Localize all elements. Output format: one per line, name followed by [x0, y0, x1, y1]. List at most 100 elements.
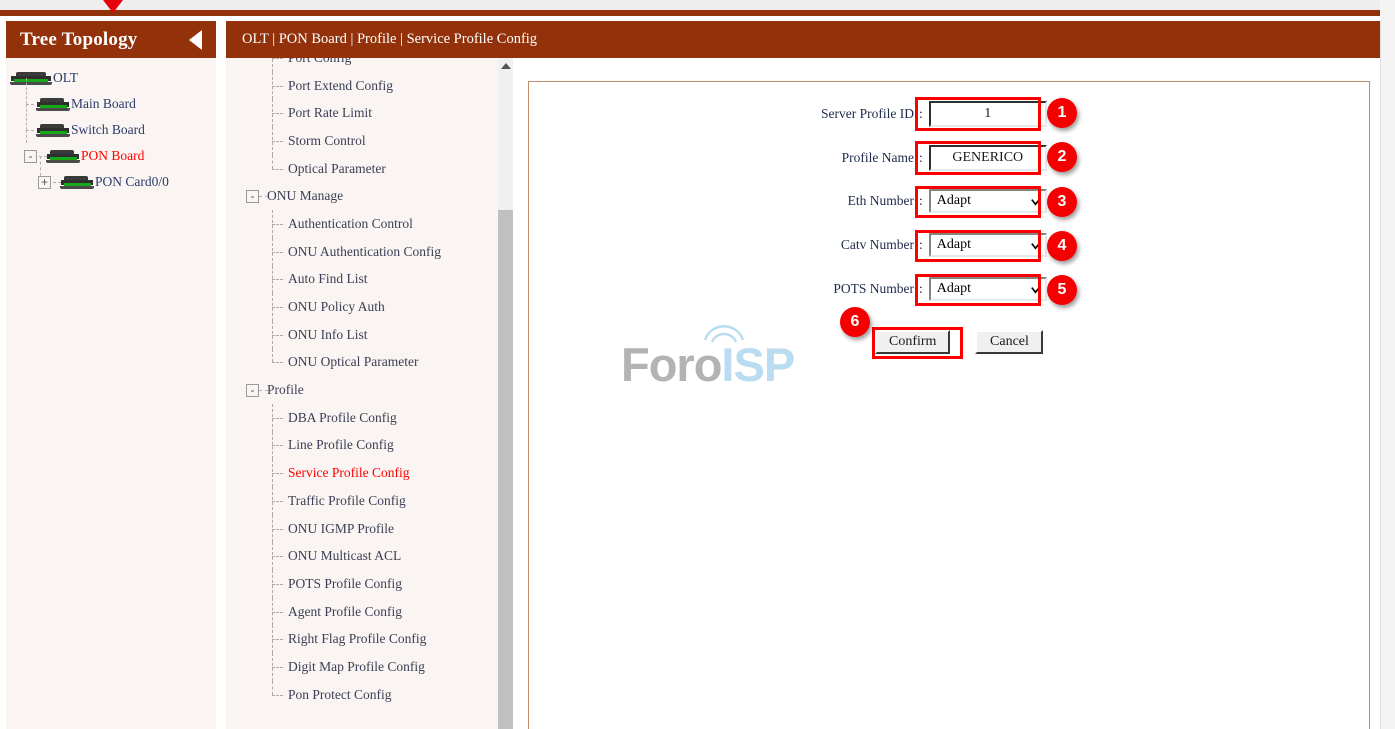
field-label: Eth Number: [847, 193, 914, 208]
menu-item-label: Port Extend Config: [288, 77, 393, 93]
cancel-button[interactable]: Cancel: [975, 330, 1044, 354]
device-icon: [36, 97, 70, 111]
tree-topology-title: Tree Topology: [20, 28, 138, 50]
menu-item-label: Auto Find List: [288, 271, 368, 287]
menu-item-service-profile-config[interactable]: Service Profile Config: [226, 459, 512, 487]
highlight-box: [872, 327, 963, 359]
tree-node-switch-board[interactable]: Switch Board: [6, 104, 216, 143]
tree-connector-horizontal: [272, 583, 283, 585]
tree-connector-horizontal: [272, 140, 283, 142]
menu-item-label: ONU Multicast ACL: [288, 548, 402, 564]
menu-item-storm-control[interactable]: Storm Control: [226, 127, 512, 155]
menu-item-onu-policy-auth[interactable]: ONU Policy Auth: [226, 293, 512, 321]
menu-expander-icon[interactable]: -: [246, 189, 259, 203]
menu-item-profile[interactable]: - Profile: [226, 376, 512, 404]
device-icon: [36, 123, 70, 137]
tree-connector-horizontal: [272, 417, 283, 419]
field-label: Catv Number: [840, 237, 914, 252]
tree-connector-horizontal: [272, 279, 283, 281]
menu-item-digit-map-profile-config[interactable]: Digit Map Profile Config: [226, 653, 512, 681]
tree-node-olt[interactable]: OLT: [6, 65, 216, 91]
menu-item-authentication-control[interactable]: Authentication Control: [226, 210, 512, 238]
menu-item-label: POTS Profile Config: [288, 575, 403, 591]
menu-item-onu-multicast-acl[interactable]: ONU Multicast ACL: [226, 542, 512, 571]
menu-item-label: Port Config: [288, 58, 351, 66]
menu-item-label: Line Profile Config: [288, 437, 394, 453]
tree-connector-horizontal: [272, 528, 283, 530]
menu-item-label: ONU Authentication Config: [288, 243, 441, 259]
device-icon: [46, 149, 80, 163]
menu-item-optical-parameter[interactable]: Optical Parameter: [226, 154, 512, 183]
tree-connector-horizontal: [272, 362, 283, 364]
menu-item-label: Authentication Control: [288, 215, 413, 231]
tree-connector-horizontal: [272, 251, 283, 253]
field-label: Server Profile ID: [821, 106, 914, 121]
menu-item-auto-find-list[interactable]: Auto Find List: [226, 265, 512, 294]
triangle-left-icon[interactable]: [189, 29, 202, 50]
content-panel: ForoISP Server Profile ID:1 1 Profile Name…: [528, 81, 1370, 729]
highlight-box: [915, 230, 1041, 262]
menu-item-onu-info-list[interactable]: ONU Info List: [226, 320, 512, 349]
top-gray-strip: [0, 0, 1395, 10]
step-badge-3: 3: [1047, 187, 1077, 217]
wifi-arcs-icon: [703, 325, 745, 343]
tree-connector: [259, 390, 268, 392]
menu-item-onu-authentication-config[interactable]: ONU Authentication Config: [226, 237, 512, 266]
triangle-up-icon[interactable]: [501, 63, 511, 69]
tree-node-pon-card[interactable]: + PON Card0/0: [6, 156, 216, 195]
tree-connector-horizontal: [272, 307, 283, 309]
menu-item-label: Profile: [267, 382, 304, 398]
tree-connector-horizontal: [272, 58, 283, 59]
menu-panel-divider: [513, 58, 528, 729]
device-icon: [10, 71, 52, 85]
tree-connector-vertical: [272, 348, 273, 363]
tree-connector-horizontal: [272, 334, 283, 336]
menu-item-onu-manage[interactable]: - ONU Manage: [226, 182, 512, 210]
tree-node-label: PON Card0/0: [95, 174, 169, 189]
step-badge-2: 2: [1047, 142, 1077, 172]
tree-expander-expand-icon[interactable]: +: [38, 175, 51, 189]
highlight-box: [915, 274, 1041, 306]
menu-item-dba-profile-config[interactable]: DBA Profile Config: [226, 403, 512, 432]
tree-connector-horizontal: [272, 223, 283, 225]
right-rail-divider: [1380, 21, 1381, 729]
menu-item-port-config[interactable]: Port Config: [226, 58, 512, 72]
menu-item-label: ONU Optical Parameter: [288, 354, 419, 370]
tree-topology-header: Tree Topology: [6, 21, 216, 58]
menu-item-right-flag-profile-config[interactable]: Right Flag Profile Config: [226, 625, 512, 654]
menu-item-onu-igmp-profile[interactable]: ONU IGMP Profile: [226, 514, 512, 543]
menu-item-label: Agent Profile Config: [288, 603, 402, 619]
breadcrumb-bar: OLT | PON Board | Profile | Service Prof…: [226, 21, 1380, 58]
menu-item-label: Digit Map Profile Config: [288, 658, 425, 674]
tree-connector-horizontal: [272, 500, 283, 502]
menu-item-onu-optical-parameter[interactable]: ONU Optical Parameter: [226, 348, 512, 377]
menu-item-traffic-profile-config[interactable]: Traffic Profile Config: [226, 487, 512, 515]
tree-node-label: Switch Board: [71, 122, 145, 137]
tree-node-main-board[interactable]: Main Board: [6, 78, 216, 117]
menu-expander-icon[interactable]: -: [246, 383, 259, 397]
tree-expander-collapse-icon[interactable]: -: [24, 149, 37, 163]
menu-item-agent-profile-config[interactable]: Agent Profile Config: [226, 597, 512, 626]
field-label: Profile Name: [841, 150, 914, 165]
highlight-box: [915, 141, 1041, 175]
menu-scrollbar[interactable]: [498, 58, 513, 729]
menu-item-label: Service Profile Config: [288, 465, 410, 481]
tree-node-label: PON Board: [81, 148, 145, 163]
menu-item-port-rate-limit[interactable]: Port Rate Limit: [226, 99, 512, 128]
menu-item-line-profile-config[interactable]: Line Profile Config: [226, 431, 512, 460]
tree-node-pon-board[interactable]: - PON Board: [6, 130, 216, 169]
menu-item-label: DBA Profile Config: [288, 409, 397, 425]
breadcrumb: OLT | PON Board | Profile | Service Prof…: [242, 31, 538, 47]
watermark-text-isp: ISP: [721, 338, 795, 391]
menu-item-pots-profile-config[interactable]: POTS Profile Config: [226, 570, 512, 598]
menu-item-label: ONU Policy Auth: [288, 299, 385, 315]
menu-scrollbar-thumb[interactable]: [498, 210, 513, 729]
highlight-box: [915, 186, 1041, 218]
tree-connector-vertical: [272, 154, 273, 169]
menu-item-pon-protect-config[interactable]: Pon Protect Config: [226, 680, 512, 709]
menu-item-label: Traffic Profile Config: [288, 492, 406, 508]
menu-item-label: ONU Manage: [267, 188, 344, 204]
tree-connector-horizontal: [272, 639, 283, 641]
highlight-box: [915, 97, 1041, 131]
menu-item-port-extend-config[interactable]: Port Extend Config: [226, 71, 512, 100]
